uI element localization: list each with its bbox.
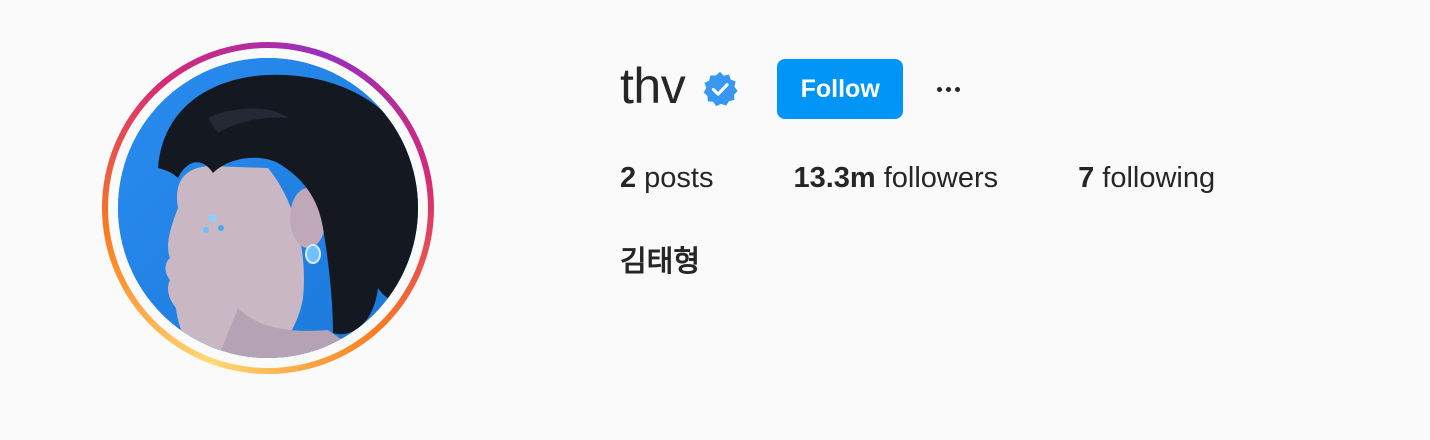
avatar-image xyxy=(118,58,418,358)
dot xyxy=(954,86,960,92)
stat-label: following xyxy=(1102,161,1216,194)
more-horizontal-icon[interactable] xyxy=(933,74,963,104)
stat-value: 7 xyxy=(1078,161,1095,194)
profile-header: thv Follow 2 posts 13.3m followers 7 fol… xyxy=(0,0,1430,440)
stat-label: posts xyxy=(644,161,714,194)
stat-label: followers xyxy=(883,161,999,194)
full-name: 김태형 xyxy=(620,244,701,278)
dot xyxy=(945,86,951,92)
stat-following[interactable]: 7 following xyxy=(1078,162,1215,195)
stat-followers[interactable]: 13.3m followers xyxy=(793,162,998,195)
avatar-gap xyxy=(108,48,428,368)
stat-value: 2 xyxy=(620,161,637,194)
profile-stats: 2 posts 13.3m followers 7 following xyxy=(620,158,1295,198)
avatar[interactable] xyxy=(118,58,418,358)
stat-value: 13.3m xyxy=(793,161,876,194)
header-row: thv Follow xyxy=(620,58,963,120)
dot xyxy=(936,86,942,92)
stat-posts[interactable]: 2 posts xyxy=(620,162,713,195)
username: thv xyxy=(620,58,686,114)
verified-badge-icon xyxy=(701,70,739,108)
story-ring[interactable] xyxy=(102,42,434,374)
follow-button[interactable]: Follow xyxy=(777,59,904,119)
